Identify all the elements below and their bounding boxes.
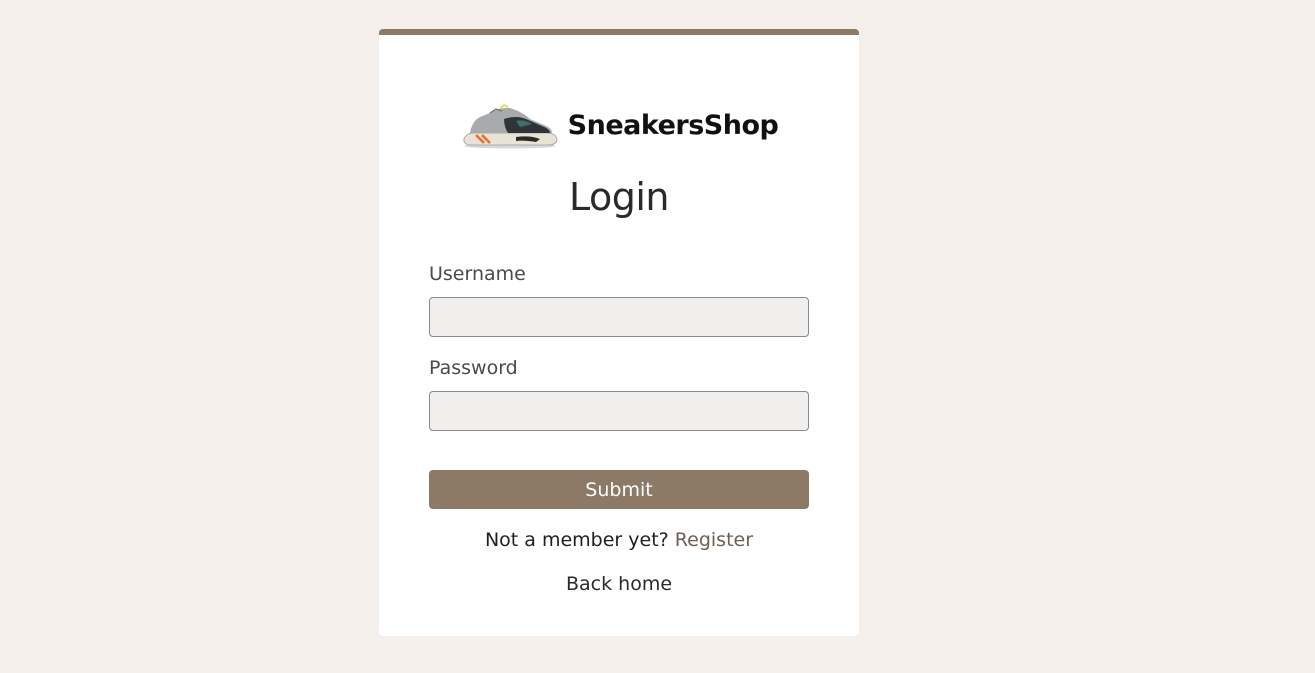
brand-header: SneakersShop xyxy=(379,99,859,151)
page-title: Login xyxy=(568,175,670,219)
password-label: Password xyxy=(429,357,518,379)
username-label: Username xyxy=(429,263,526,285)
register-prompt-text: Not a member yet? xyxy=(484,529,669,551)
login-card: SneakersShop Login Username Password Sub… xyxy=(379,29,859,636)
register-prompt-line: Not a member yet? Register xyxy=(379,529,859,551)
username-input[interactable] xyxy=(429,297,809,337)
brand-name: SneakersShop xyxy=(567,109,779,141)
register-link[interactable]: Register xyxy=(675,529,753,551)
back-home-link[interactable]: Back home xyxy=(566,573,672,595)
back-home-line: Back home xyxy=(379,573,859,595)
submit-button[interactable]: Submit xyxy=(429,470,809,509)
sneaker-icon xyxy=(460,99,560,151)
password-input[interactable] xyxy=(429,391,809,431)
